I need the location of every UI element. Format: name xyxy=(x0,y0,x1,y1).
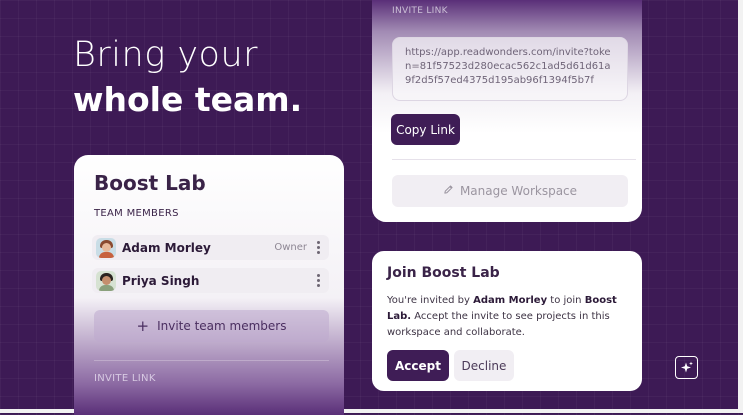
pencil-icon xyxy=(443,184,454,198)
member-name: Priya Singh xyxy=(122,273,200,288)
sparkle-icon[interactable] xyxy=(675,356,698,379)
invite-link-label: INVITE LINK xyxy=(94,373,156,384)
invite-link-card: INVITE LINK https://app.readwonders.com/… xyxy=(372,0,642,222)
frame-edge-right xyxy=(738,0,743,413)
manage-workspace-button[interactable]: Manage Workspace xyxy=(392,175,628,207)
headline-line-2: whole team. xyxy=(73,80,303,119)
kebab-icon[interactable] xyxy=(313,241,323,254)
invite-link-field[interactable]: https://app.readwonders.com/invite?token… xyxy=(392,37,628,101)
invite-members-label: Invite team members xyxy=(157,319,287,333)
headline-line-1: Bring your xyxy=(73,35,259,75)
copy-link-button[interactable]: Copy Link xyxy=(391,114,460,145)
accept-button[interactable]: Accept xyxy=(387,350,449,381)
plus-icon: + xyxy=(136,317,150,335)
join-title: Join Boost Lab xyxy=(387,265,500,281)
avatar xyxy=(96,270,116,291)
workspace-title: Boost Lab xyxy=(94,171,206,195)
invite-link-label: INVITE LINK xyxy=(392,6,448,16)
team-members-label: TEAM MEMBERS xyxy=(94,208,179,219)
join-description: You're invited by Adam Morley to join Bo… xyxy=(387,295,617,338)
divider xyxy=(94,360,329,361)
kebab-icon[interactable] xyxy=(313,274,323,287)
member-row[interactable]: Priya Singh xyxy=(92,268,329,293)
invite-members-button[interactable]: + Invite team members xyxy=(94,310,329,342)
join-workspace-card: Join Boost Lab You're invited by Adam Mo… xyxy=(372,251,642,391)
member-role: Owner xyxy=(274,242,307,253)
hero-headline: Bring your whole team. xyxy=(73,34,302,122)
member-row[interactable]: Adam Morley Owner xyxy=(92,235,329,260)
workspace-card: Boost Lab TEAM MEMBERS Adam Morley Owner… xyxy=(74,155,344,415)
avatar xyxy=(96,237,116,258)
inviter-name: Adam Morley xyxy=(473,295,548,306)
divider xyxy=(392,159,636,160)
member-name: Adam Morley xyxy=(122,240,211,255)
decline-button[interactable]: Decline xyxy=(454,350,514,381)
manage-workspace-label: Manage Workspace xyxy=(459,184,578,198)
